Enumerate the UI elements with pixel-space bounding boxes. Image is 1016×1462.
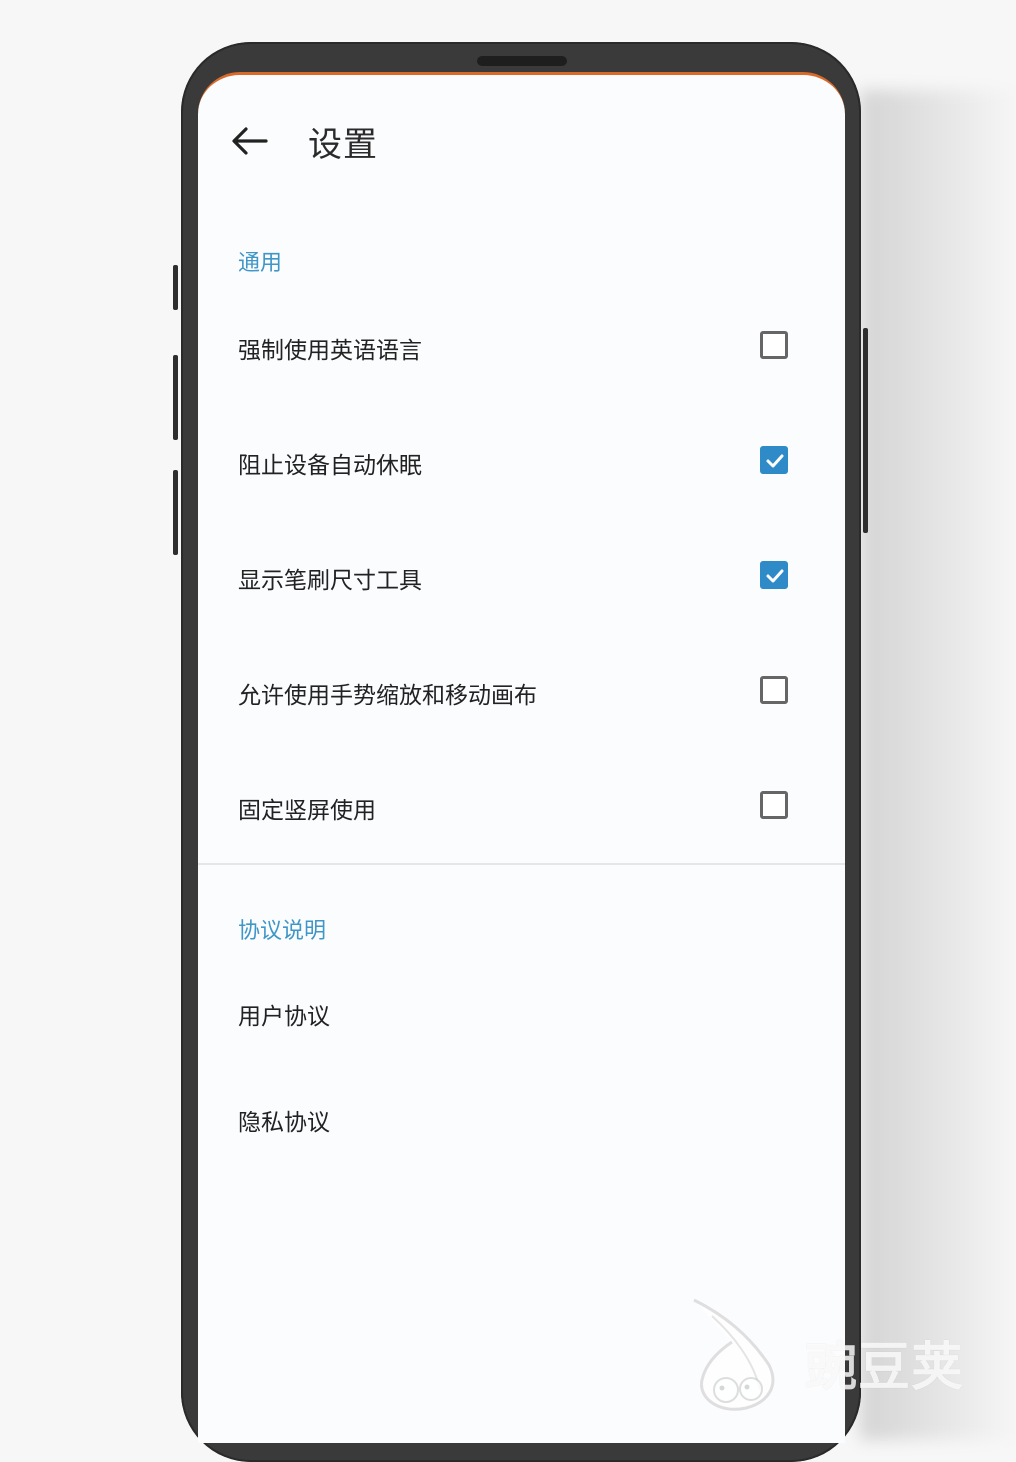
privacy-agreement-link[interactable]: 隐私协议 — [238, 1103, 330, 1137]
setting-label: 允许使用手势缩放和移动画布 — [238, 683, 537, 709]
checkbox-checked[interactable] — [760, 446, 788, 474]
section-title-agreements: 协议说明 — [238, 919, 327, 944]
settings-screen: 设置 通用 强制使用英语语言 阻止设备自动休眠 显示笔刷尺寸工具 允许使用手势缩… — [198, 72, 845, 1443]
phone-speaker — [477, 56, 567, 66]
app-header: 设置 — [198, 75, 845, 205]
setting-row-brush-size[interactable]: 显示笔刷尺寸工具 — [198, 543, 845, 613]
setting-label: 阻止设备自动休眠 — [238, 453, 422, 479]
phone-shadow — [860, 90, 1016, 1440]
setting-label: 固定竖屏使用 — [238, 798, 376, 824]
checkbox-unchecked[interactable] — [760, 791, 788, 819]
setting-row-gestures[interactable]: 允许使用手势缩放和移动画布 — [198, 658, 845, 728]
back-button[interactable] — [228, 123, 270, 159]
setting-label: 强制使用英语语言 — [238, 338, 422, 364]
setting-row-prevent-sleep[interactable]: 阻止设备自动休眠 — [198, 428, 845, 498]
phone-side-button — [173, 470, 178, 555]
section-title-general: 通用 — [238, 251, 283, 276]
checkbox-checked[interactable] — [760, 561, 788, 589]
checkmark-icon — [766, 454, 784, 468]
checkbox-unchecked[interactable] — [760, 676, 788, 704]
checkbox-unchecked[interactable] — [760, 331, 788, 359]
section-divider — [198, 863, 845, 865]
watermark-text: 豌豆荚 — [805, 1338, 965, 1398]
setting-label: 显示笔刷尺寸工具 — [238, 568, 422, 594]
checkmark-icon — [766, 569, 784, 583]
setting-row-portrait-lock[interactable]: 固定竖屏使用 — [198, 773, 845, 843]
arrow-left-icon — [232, 127, 268, 155]
phone-side-button — [173, 265, 178, 310]
page-title: 设置 — [308, 125, 378, 165]
user-agreement-link[interactable]: 用户协议 — [238, 997, 330, 1031]
setting-row-force-english[interactable]: 强制使用英语语言 — [198, 313, 845, 383]
phone-side-button — [173, 355, 178, 440]
phone-side-button — [863, 328, 868, 533]
